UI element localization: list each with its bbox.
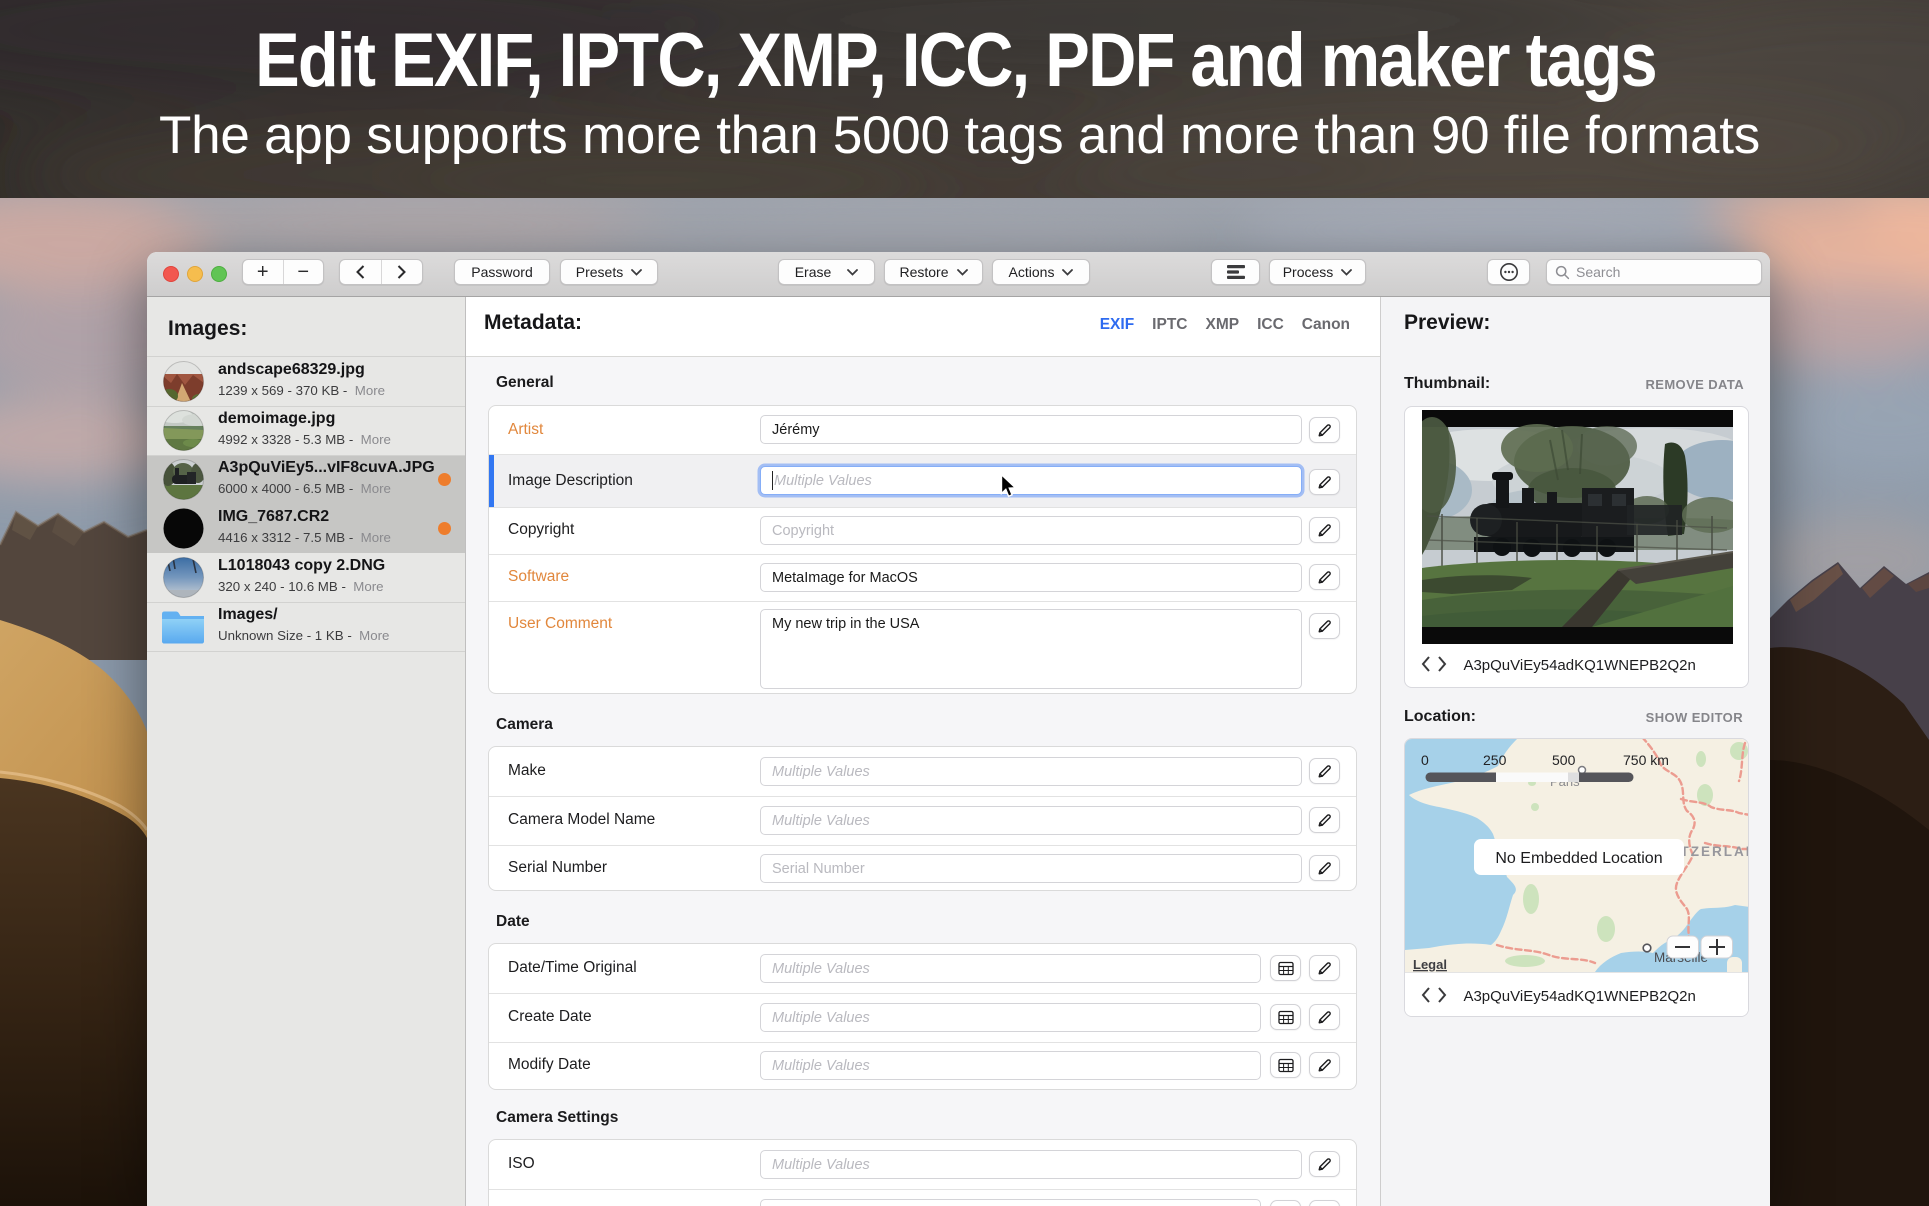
svg-text:Legal: Legal xyxy=(1413,957,1447,972)
svg-text:500: 500 xyxy=(1552,752,1576,768)
svg-text:0: 0 xyxy=(1421,752,1429,768)
svg-text:No Embedded Location: No Embedded Location xyxy=(1495,850,1662,867)
svg-text:750 km: 750 km xyxy=(1623,752,1669,768)
svg-text:250: 250 xyxy=(1483,752,1507,768)
